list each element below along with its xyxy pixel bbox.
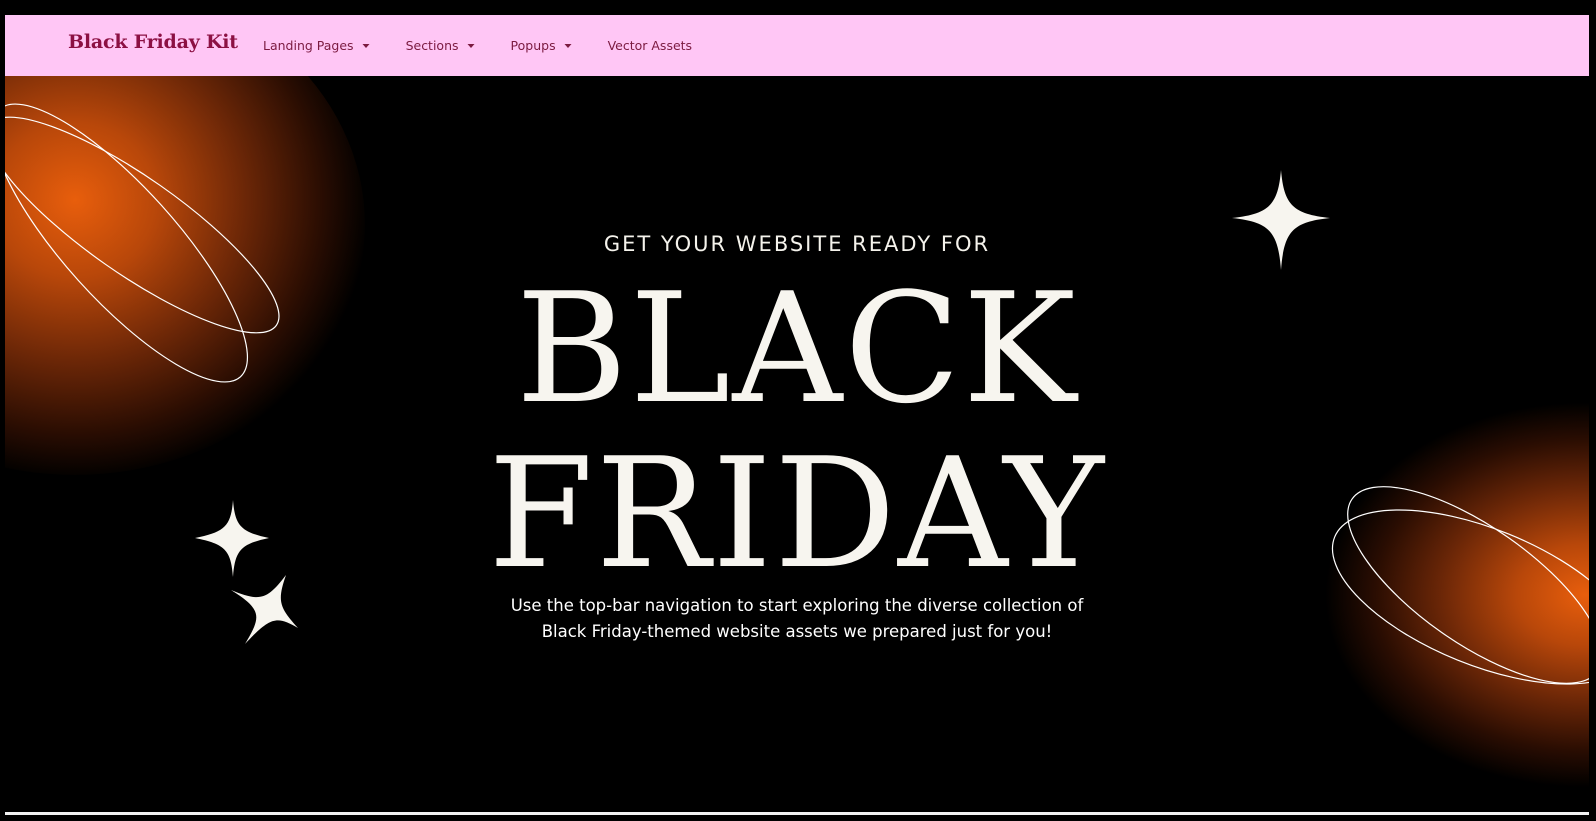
chevron-down-icon	[362, 43, 370, 48]
hero-description-line1: Use the top-bar navigation to start expl…	[510, 596, 1084, 615]
nav-label: Landing Pages	[263, 38, 354, 53]
nav-vector-assets[interactable]: Vector Assets	[608, 38, 693, 53]
page-frame: GET YOUR WEBSITE READY FOR BLACK FRIDAY …	[5, 15, 1589, 812]
nav-label: Popups	[510, 38, 556, 53]
nav-popups[interactable]: Popups	[511, 38, 572, 53]
nav-label: Sections	[405, 38, 459, 53]
nav-sections[interactable]: Sections	[406, 38, 475, 53]
hero-description: Use the top-bar navigation to start expl…	[5, 593, 1589, 645]
nav-landing-pages[interactable]: Landing Pages	[263, 38, 370, 53]
chevron-down-icon	[564, 43, 572, 48]
top-bar: Black Friday Kit Landing Pages Sections …	[5, 15, 1589, 76]
hero-eyebrow: GET YOUR WEBSITE READY FOR	[603, 232, 991, 256]
hero-headline-line2: FRIDAY	[488, 425, 1106, 602]
hero-section: GET YOUR WEBSITE READY FOR BLACK FRIDAY …	[5, 15, 1589, 812]
brand-logo[interactable]: Black Friday Kit	[68, 31, 238, 53]
hero-description-line2: Black Friday-themed website assets we pr…	[541, 622, 1053, 641]
top-nav: Landing Pages Sections Popups Vector Ass…	[263, 38, 692, 53]
nav-label: Vector Assets	[607, 38, 693, 53]
hero-headline-line1: BLACK	[515, 260, 1079, 437]
chevron-down-icon	[467, 43, 475, 48]
bottom-divider	[5, 812, 1589, 815]
